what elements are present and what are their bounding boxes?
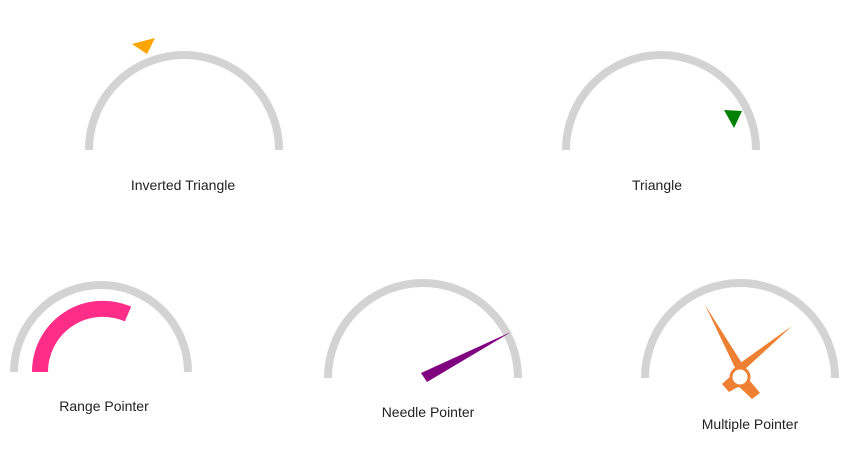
- gauge-label-multiple: Multiple Pointer: [701, 416, 799, 432]
- multiple-pointer-needle-2: [736, 326, 792, 372]
- multiple-pointer-cap: [729, 366, 751, 388]
- multiple-pointer-needle-1: [705, 305, 745, 374]
- gauge-multiple-svg: [641, 279, 839, 399]
- gauge-multiple: Multiple Pointer: [0, 0, 851, 449]
